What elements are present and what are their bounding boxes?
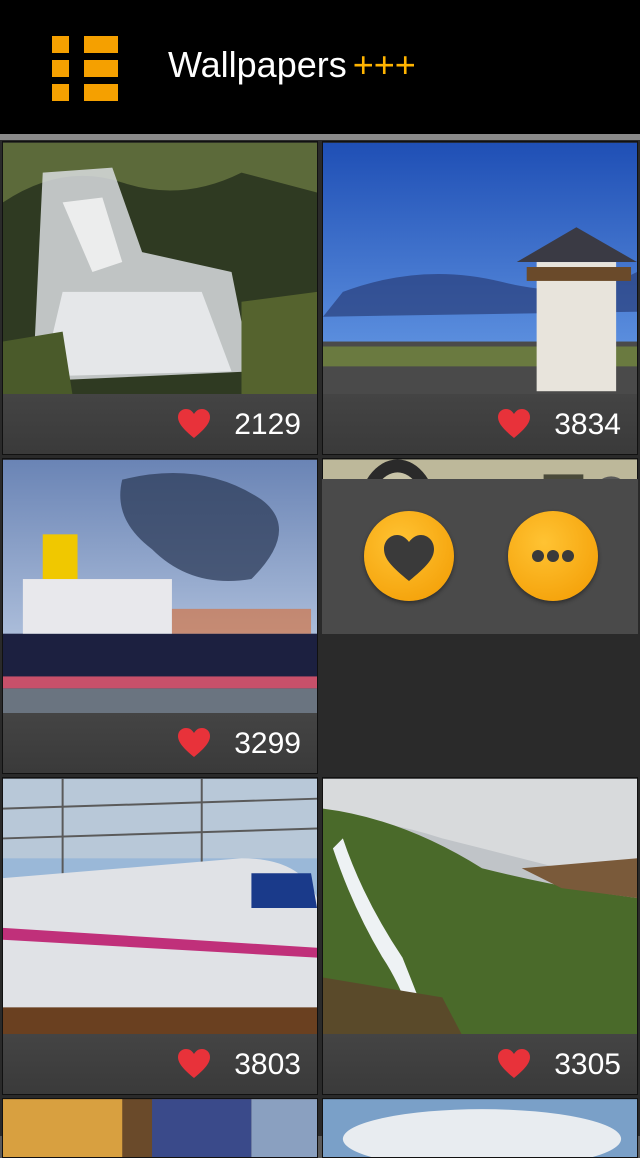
like-count: 3305 <box>554 1048 621 1081</box>
app-title: Wallpapers +++ <box>168 44 416 86</box>
heart-icon <box>498 1049 530 1078</box>
like-count: 3803 <box>234 1048 301 1081</box>
wallpaper-tile-ship[interactable]: 3299 <box>2 458 318 774</box>
wallpaper-tile-waterfall[interactable]: 2129 <box>2 141 318 455</box>
wallpaper-thumbnail <box>323 142 637 396</box>
tile-footer: 2129 <box>3 394 317 454</box>
app-title-accent: +++ <box>352 44 416 85</box>
wallpaper-thumbnail <box>3 142 317 396</box>
wallpaper-thumbnail <box>323 1099 637 1157</box>
heart-icon <box>178 409 210 438</box>
wallpaper-tile-bullet-train[interactable]: 3803 <box>2 777 318 1095</box>
tile-footer: 3299 <box>3 713 317 773</box>
tile-footer: 3834 <box>323 394 637 454</box>
menu-button[interactable] <box>40 30 130 108</box>
like-count: 3299 <box>234 727 301 760</box>
like-count: 2129 <box>234 408 301 441</box>
wallpaper-thumbnail <box>3 1099 317 1157</box>
tile-footer: 3305 <box>323 1034 637 1094</box>
heart-icon <box>498 409 530 438</box>
more-dots-icon <box>532 550 574 562</box>
tile-footer: 3803 <box>3 1034 317 1094</box>
wallpaper-thumbnail <box>323 778 637 1036</box>
favorite-action-button[interactable] <box>364 511 454 601</box>
heart-circle-icon <box>384 535 434 581</box>
wallpaper-thumbnail <box>3 778 317 1036</box>
wallpaper-thumbnail <box>3 459 317 715</box>
top-bar: Wallpapers +++ <box>0 0 640 134</box>
more-action-button[interactable] <box>508 511 598 601</box>
wallpaper-tile-interior[interactable] <box>2 1098 318 1158</box>
like-count: 3834 <box>554 408 621 441</box>
heart-icon <box>178 1049 210 1078</box>
wallpaper-tile-sky[interactable] <box>322 1098 638 1158</box>
app-title-text: Wallpapers <box>168 44 347 85</box>
wallpaper-tile-hillside-waterfall[interactable]: 3305 <box>322 777 638 1095</box>
wallpaper-tile-tower[interactable]: 3834 <box>322 141 638 455</box>
tile-actions-panel <box>322 479 638 634</box>
heart-icon <box>178 728 210 757</box>
